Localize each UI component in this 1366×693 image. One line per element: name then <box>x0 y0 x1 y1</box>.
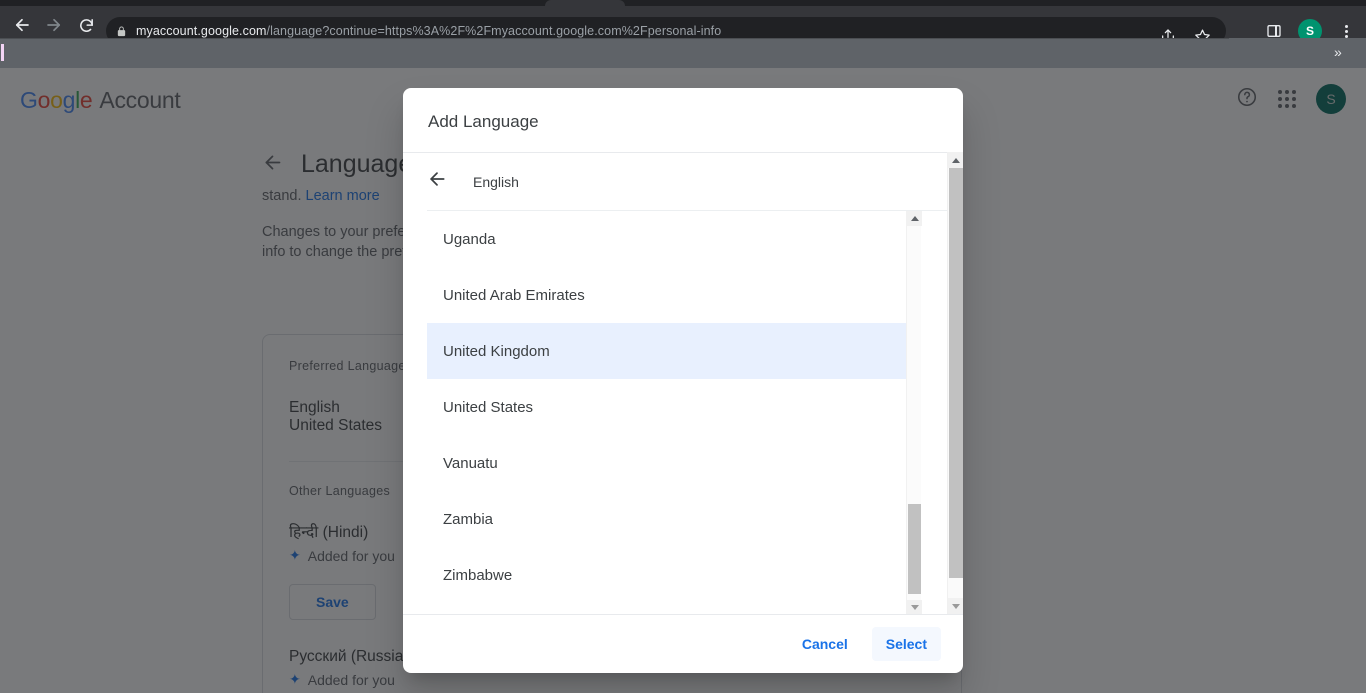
dialog-scrollbar[interactable] <box>947 152 963 614</box>
scrollbar-thumb[interactable] <box>949 168 963 578</box>
region-list-container: Uganda United Arab Emirates United Kingd… <box>427 211 947 615</box>
bookmarks-overflow-button[interactable]: » <box>1334 45 1342 59</box>
list-item[interactable]: Zambia <box>427 491 906 547</box>
list-item[interactable]: Zimbabwe <box>427 547 906 603</box>
dialog-footer: Cancel Select <box>403 614 963 673</box>
scroll-down-button[interactable] <box>907 600 922 615</box>
breadcrumb-language: English <box>473 173 519 190</box>
select-button[interactable]: Select <box>871 627 941 661</box>
add-language-dialog: Add Language English Uganda United Arab … <box>403 88 963 673</box>
region-label: United States <box>443 398 534 416</box>
region-label: Zimbabwe <box>443 566 513 584</box>
screen: myaccount.google.com/language?continue=h… <box>0 0 1366 693</box>
lock-icon <box>116 25 127 38</box>
list-item-selected[interactable]: United Kingdom <box>427 323 906 379</box>
list-scrollbar[interactable] <box>906 211 922 615</box>
region-label: Vanuatu <box>443 454 498 472</box>
address-bar-text: myaccount.google.com/language?continue=h… <box>136 24 721 38</box>
scroll-up-button[interactable] <box>907 211 922 226</box>
scrollbar-thumb[interactable] <box>908 504 921 594</box>
list-item[interactable]: Uganda <box>427 211 906 267</box>
text-caret <box>1 44 4 61</box>
dialog-body: English Uganda United Arab Emirates Unit… <box>403 152 963 615</box>
region-list: Uganda United Arab Emirates United Kingd… <box>427 211 906 615</box>
dialog-title: Add Language <box>428 112 539 131</box>
bookmarks-bar-strip <box>0 38 1229 68</box>
dialog-breadcrumb: English <box>427 153 947 211</box>
scroll-down-button[interactable] <box>948 598 963 614</box>
region-label: United Arab Emirates <box>443 286 585 304</box>
address-host: myaccount.google.com <box>136 24 267 38</box>
cancel-button[interactable]: Cancel <box>788 627 862 661</box>
region-label: Uganda <box>443 230 496 248</box>
back-arrow-icon[interactable] <box>6 9 38 41</box>
scroll-up-button[interactable] <box>948 152 963 168</box>
list-item[interactable]: United Arab Emirates <box>427 267 906 323</box>
region-label: United Kingdom <box>443 342 550 360</box>
reload-icon[interactable] <box>70 9 102 41</box>
address-path: /language?continue=https%3A%2F%2Fmyaccou… <box>266 24 722 38</box>
region-label: Zambia <box>443 510 494 528</box>
back-arrow-icon[interactable] <box>427 169 447 194</box>
list-item[interactable]: Vanuatu <box>427 435 906 491</box>
forward-arrow-icon[interactable] <box>38 9 70 41</box>
list-item[interactable]: United States <box>427 379 906 435</box>
